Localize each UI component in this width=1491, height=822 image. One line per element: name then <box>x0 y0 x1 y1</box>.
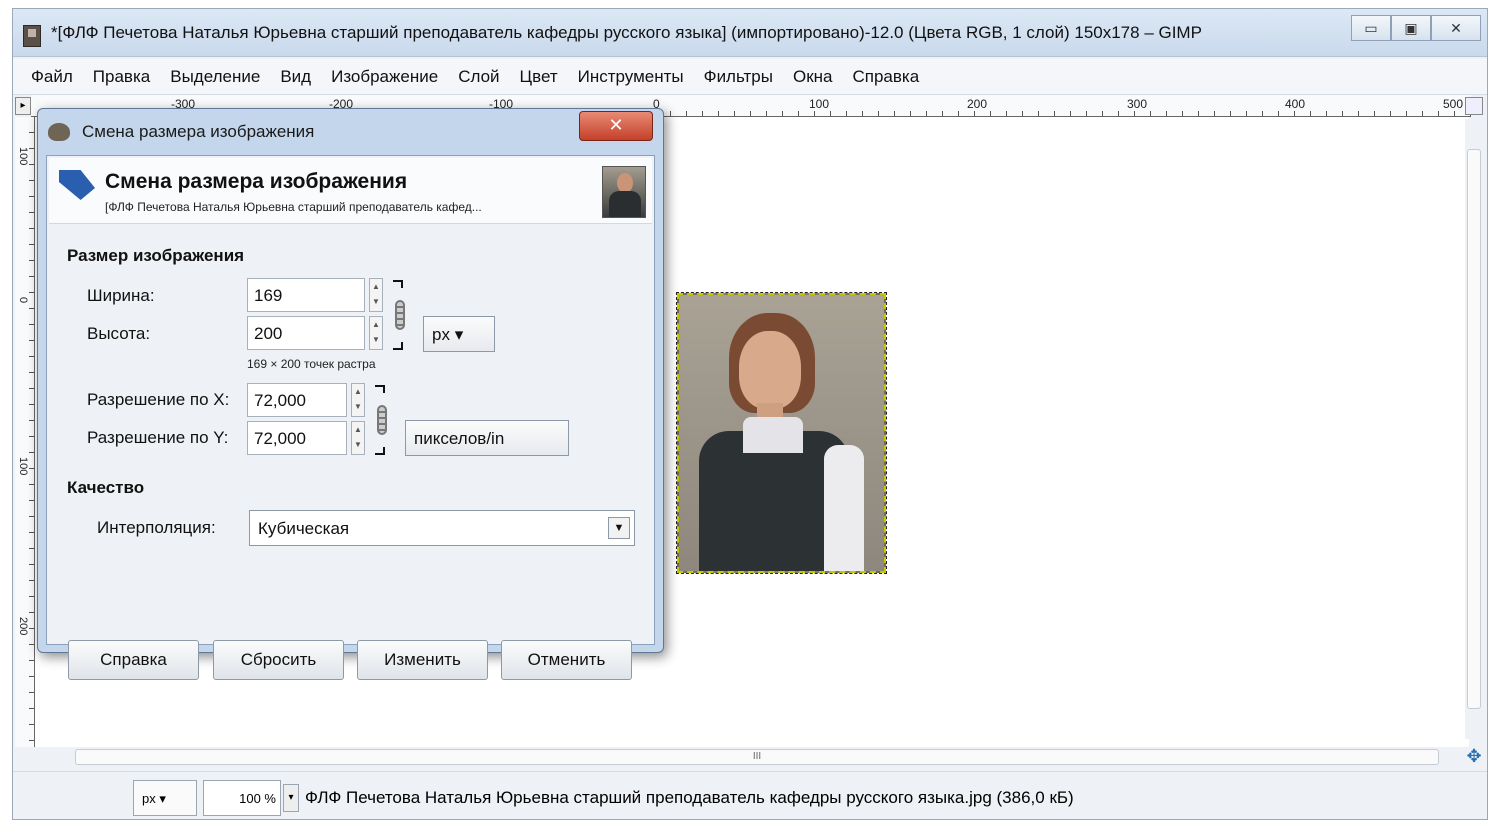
menu-image[interactable]: Изображение <box>331 67 438 87</box>
ruler-label: 500 <box>1443 97 1464 111</box>
close-button[interactable]: ✕ <box>1431 15 1481 41</box>
ruler-label: 200 <box>17 617 29 636</box>
unit-value: px <box>142 791 156 806</box>
menu-file[interactable]: Файл <box>31 67 73 87</box>
maximize-button[interactable]: ▣ <box>1391 15 1431 41</box>
size-unit-value: px <box>432 325 450 344</box>
reset-button[interactable]: Сбросить <box>213 640 344 680</box>
menu-edit[interactable]: Правка <box>93 67 150 87</box>
portrait-sleeve <box>824 445 864 571</box>
gimp-app-icon <box>23 25 41 47</box>
chevron-down-icon: ▼ <box>608 517 630 539</box>
menu-windows[interactable]: Окна <box>793 67 833 87</box>
chain-link <box>395 300 405 330</box>
interpolation-value: Кубическая <box>258 519 350 538</box>
res-x-spinner[interactable]: ▲ ▼ <box>351 383 365 417</box>
chain-bracket-top <box>375 385 385 393</box>
pixel-size-note: 169 × 200 точек растра <box>247 357 376 371</box>
resolution-unit-select[interactable]: пикселов/in <box>405 420 569 456</box>
chain-bracket-bottom <box>375 447 385 455</box>
quick-mask-toggle[interactable]: ▸ <box>15 97 31 115</box>
height-input[interactable]: 200 <box>247 316 365 350</box>
image-thumbnail <box>602 166 646 218</box>
menu-help[interactable]: Справка <box>852 67 919 87</box>
navigate-icon[interactable]: ✥ <box>1465 747 1483 765</box>
status-bar: px ▾ 100 % ▾ ФЛФ Печетова Наталья Юрьевн… <box>13 771 1487 819</box>
dialog-close-button[interactable]: ✕ <box>579 111 653 141</box>
chain-bracket-bottom <box>393 342 403 350</box>
scale-image-dialog: Смена размера изображения ✕ Смена размер… <box>37 108 664 680</box>
gimp-wilber-icon <box>48 123 70 141</box>
height-spinner[interactable]: ▲ ▼ <box>369 316 383 350</box>
portrait-collar <box>743 417 803 453</box>
dialog-header-title: Смена размера изображения <box>105 170 408 193</box>
ruler-label: 300 <box>1127 97 1148 111</box>
ruler-label: 100 <box>17 457 29 476</box>
width-spinner[interactable]: ▲ ▼ <box>369 278 383 312</box>
image-size-section: Размер изображения <box>67 246 245 265</box>
zoom-to-fit-icon[interactable] <box>1465 97 1483 115</box>
resize-button[interactable]: Изменить <box>357 640 488 680</box>
menu-filters[interactable]: Фильтры <box>704 67 773 87</box>
horizontal-scrollbar[interactable]: III <box>35 747 1455 767</box>
file-info: ФЛФ Печетова Наталья Юрьевна старший пре… <box>305 788 1074 807</box>
res-y-spinner[interactable]: ▲ ▼ <box>351 421 365 455</box>
ruler-label: 400 <box>1285 97 1306 111</box>
res-x-label: Разрешение по X: <box>87 390 230 409</box>
res-x-input[interactable]: 72,000 <box>247 383 347 417</box>
dialog-header-subtitle: [ФЛФ Печетова Наталья Юрьевна старший пр… <box>105 200 482 214</box>
portrait-face <box>739 331 801 409</box>
zoom-input[interactable]: 100 % <box>203 780 281 816</box>
interpolation-label: Интерполяция: <box>97 518 216 537</box>
resolution-unit-value: пикселов/in <box>414 429 505 448</box>
title-bar: *[ФЛФ Печетова Наталья Юрьевна старший п… <box>13 9 1487 57</box>
scale-image-icon <box>59 170 95 200</box>
chain-bracket-top <box>393 280 403 288</box>
horizontal-scroll-thumb[interactable]: III <box>75 749 1439 765</box>
height-label: Высота: <box>87 324 151 343</box>
dialog-header: Смена размера изображения [ФЛФ Печетова … <box>49 158 652 224</box>
menu-layer[interactable]: Слой <box>458 67 499 87</box>
portrait-image[interactable] <box>676 292 887 574</box>
size-chain-link-icon[interactable] <box>393 280 407 350</box>
ruler-label: 0 <box>17 297 29 304</box>
menu-bar: Файл Правка Выделение Вид Изображение Сл… <box>13 59 1487 95</box>
ruler-label: 100 <box>17 147 29 166</box>
window-title: *[ФЛФ Печетова Наталья Юрьевна старший п… <box>51 23 1202 42</box>
width-input[interactable]: 169 <box>247 278 365 312</box>
zoom-dropdown-icon[interactable]: ▾ <box>283 784 299 812</box>
menu-view[interactable]: Вид <box>280 67 311 87</box>
ruler-label: 200 <box>967 97 988 111</box>
vertical-ruler[interactable]: 100 0 100 200 <box>15 117 35 747</box>
menu-color[interactable]: Цвет <box>520 67 558 87</box>
resolution-chain-link-icon[interactable] <box>375 385 389 455</box>
dialog-body: Смена размера изображения [ФЛФ Печетова … <box>46 155 655 645</box>
res-y-label: Разрешение по Y: <box>87 428 229 447</box>
dialog-title-bar[interactable]: Смена размера изображения ✕ <box>38 109 663 155</box>
ruler-label: 100 <box>809 97 830 111</box>
vertical-scroll-thumb[interactable] <box>1467 149 1481 709</box>
menu-select[interactable]: Выделение <box>170 67 260 87</box>
cancel-button[interactable]: Отменить <box>501 640 632 680</box>
res-y-input[interactable]: 72,000 <box>247 421 347 455</box>
menu-tools[interactable]: Инструменты <box>578 67 684 87</box>
dialog-title: Смена размера изображения <box>82 122 315 141</box>
help-button[interactable]: Справка <box>68 640 199 680</box>
minimize-button[interactable]: ▭ <box>1351 15 1391 41</box>
window-controls: ▭ ▣ ✕ <box>1351 15 1481 41</box>
quality-section: Качество <box>67 478 145 497</box>
unit-select[interactable]: px ▾ <box>133 780 197 816</box>
interpolation-select[interactable]: Кубическая ▼ <box>249 510 635 546</box>
vertical-scrollbar[interactable] <box>1465 119 1483 739</box>
size-unit-select[interactable]: px ▾ <box>423 316 495 352</box>
width-label: Ширина: <box>87 286 155 305</box>
chain-link <box>377 405 387 435</box>
